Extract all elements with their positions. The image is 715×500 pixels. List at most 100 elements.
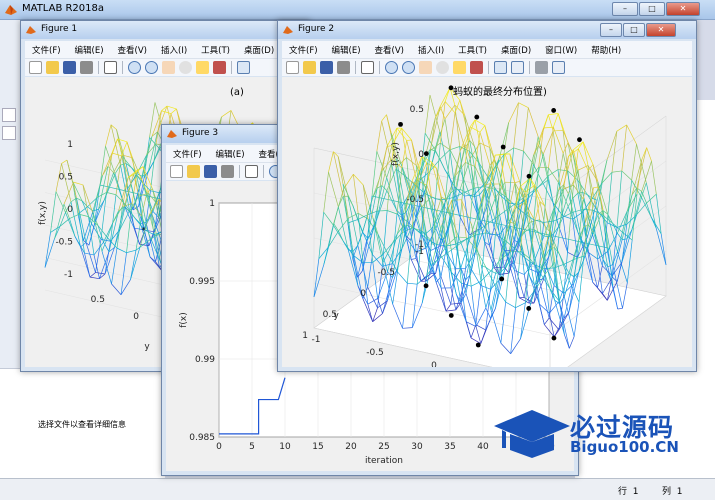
x-tick-label: -0.5 [366,348,384,358]
z-tick-label: 0 [418,150,424,160]
new-figure-icon[interactable] [29,61,42,74]
hide-plot-tools-icon[interactable] [535,61,548,74]
menu-edit[interactable]: 编辑(E) [325,44,368,56]
left-toolstrip-tab[interactable] [2,108,16,122]
data-cursor-icon[interactable] [196,61,209,74]
open-icon[interactable] [187,165,200,178]
rotate-icon[interactable] [179,61,192,74]
figure1-titlebar[interactable]: Figure 1 [21,21,309,39]
menu-file[interactable]: 文件(F) [25,44,68,56]
menu-desktop[interactable]: 桌面(D) [237,44,281,56]
figure2-titlebar[interactable]: Figure 2 – □ ✕ [278,21,696,39]
zoom-out-icon[interactable] [402,61,415,74]
menu-tools[interactable]: 工具(T) [451,44,494,56]
print-icon[interactable] [337,61,350,74]
maximize-button[interactable]: □ [639,2,665,16]
menu-desktop[interactable]: 桌面(D) [494,44,538,56]
brand-name-en: Biguo100.CN [570,438,679,456]
minimize-button[interactable]: – [612,2,638,16]
status-row-indicator: 行 1 [618,484,638,497]
pointer-icon[interactable] [361,61,374,74]
brush-icon[interactable] [213,61,226,74]
z-axis-label: f(x,y) [391,142,401,166]
toolbar-separator [529,61,530,74]
ant-marker [577,137,582,143]
menu-insert[interactable]: 插入(I) [411,44,451,56]
x-axis-label: iteration [365,456,403,466]
link-icon[interactable] [237,61,250,74]
maximize-button[interactable]: □ [623,23,645,37]
y-tick-label: 0.985 [189,433,215,443]
pan-icon[interactable] [419,61,432,74]
ant-marker [526,173,532,179]
menu-window[interactable]: 窗口(W) [538,44,584,56]
x-tick-label: 0 [431,361,437,367]
toolbar-separator [239,165,240,178]
status-bar: 行 1 列 1 [0,478,715,500]
save-icon[interactable] [204,165,217,178]
menu-help[interactable]: 帮助(H) [584,44,628,56]
y-axis-label: y [144,342,150,352]
new-figure-icon[interactable] [286,61,299,74]
axes-title: (a) [230,87,244,98]
figure2-axes[interactable]: 蚂蚁的最终分布位置)10.50-0.5-1f(x,y)10.50-0.5-1y-… [282,77,692,367]
insert-colorbar-icon[interactable] [511,61,524,74]
brush-icon[interactable] [470,61,483,74]
zoom-in-icon[interactable] [385,61,398,74]
print-icon[interactable] [80,61,93,74]
figure2-canvas: 蚂蚁的最终分布位置)10.50-0.5-1f(x,y)10.50-0.5-1y-… [282,77,692,367]
left-toolstrip-tab[interactable] [2,126,16,140]
toolbar-separator [355,61,356,74]
toolbar-separator [263,165,264,178]
y-tick-label: -0.5 [377,268,395,278]
data-cursor-icon[interactable] [453,61,466,74]
new-figure-icon[interactable] [170,165,183,178]
toolbar-separator [122,61,123,74]
y-axis-label: y [334,311,340,321]
open-icon[interactable] [303,61,316,74]
pointer-icon[interactable] [245,165,258,178]
toolbar-separator [231,61,232,74]
y-axis-label: f(x) [179,312,189,328]
menu-insert[interactable]: 插入(I) [154,44,194,56]
status-col-value: 1 [676,487,683,497]
figure2-menubar: 文件(F) 编辑(E) 查看(V) 插入(I) 工具(T) 桌面(D) 窗口(W… [282,41,692,58]
show-plot-tools-icon[interactable] [552,61,565,74]
status-row-label: 行 [618,487,628,497]
y-tick-label: 0.5 [91,295,105,305]
ant-marker [500,144,506,150]
pan-icon[interactable] [162,61,175,74]
zoom-out-icon[interactable] [145,61,158,74]
x-tick-label: 5 [249,442,255,452]
ant-marker: * [142,226,146,235]
open-icon[interactable] [46,61,59,74]
minimize-button[interactable]: – [600,23,622,37]
close-button[interactable]: ✕ [646,23,676,37]
y-tick-label: 0.99 [195,355,215,365]
menu-tools[interactable]: 工具(T) [194,44,237,56]
rotate-icon[interactable] [436,61,449,74]
ant-marker [474,114,480,120]
menu-file[interactable]: 文件(F) [166,148,209,160]
figure2-window[interactable]: Figure 2 – □ ✕ 文件(F) 编辑(E) 查看(V) 插入(I) 工… [277,20,697,372]
ant-marker [423,151,429,157]
zoom-in-icon[interactable] [128,61,141,74]
y-tick-label: -1 [415,247,424,257]
menu-edit[interactable]: 编辑(E) [68,44,111,56]
menu-file[interactable]: 文件(F) [282,44,325,56]
menu-view[interactable]: 查看(V) [368,44,411,56]
print-icon[interactable] [221,165,234,178]
x-tick-label: 35 [444,442,455,452]
save-icon[interactable] [63,61,76,74]
close-button[interactable]: ✕ [666,2,700,16]
save-icon[interactable] [320,61,333,74]
menu-edit[interactable]: 编辑(E) [209,148,252,160]
pointer-icon[interactable] [104,61,117,74]
figure-icon [167,130,177,138]
x-tick-label: 20 [345,442,357,452]
menu-view[interactable]: 查看(V) [111,44,154,56]
link-icon[interactable] [494,61,507,74]
figure2-title: Figure 2 [298,24,335,34]
z-tick-label: -0.5 [406,195,424,205]
z-axis-label: f(x,y) [38,201,48,225]
